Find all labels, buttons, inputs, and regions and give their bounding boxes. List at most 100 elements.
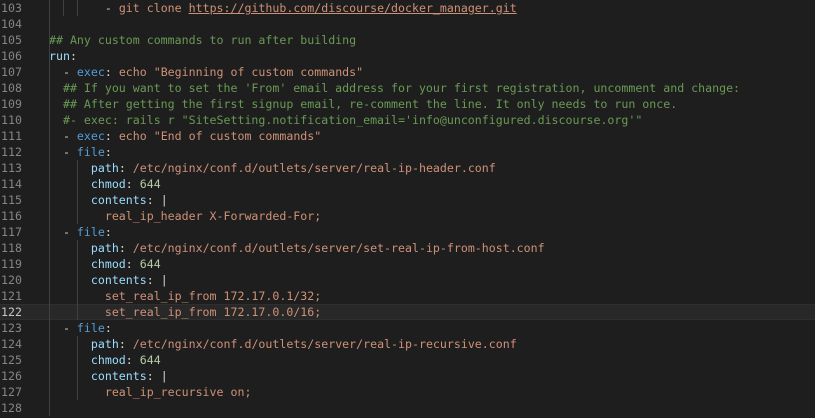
code-line[interactable]: 117 - file: bbox=[0, 224, 815, 240]
line-number: 113 bbox=[1, 161, 22, 175]
code-line[interactable]: 118 path: /etc/nginx/conf.d/outlets/serv… bbox=[0, 240, 815, 256]
line-number: 118 bbox=[1, 241, 22, 255]
line-number: 125 bbox=[1, 353, 22, 367]
code-token: real_ip_recursive on; bbox=[49, 385, 252, 399]
line-number: 112 bbox=[1, 145, 22, 159]
code-line[interactable]: 109 ## After getting the first signup em… bbox=[0, 96, 815, 112]
line-code: - exec: echo "Beginning of custom comman… bbox=[49, 64, 815, 80]
code-line[interactable]: 105 ## Any custom commands to run after b… bbox=[0, 32, 815, 48]
code-token: path bbox=[90, 337, 119, 351]
code-line[interactable]: 121 set_real_ip_from 172.17.0.1/32; bbox=[0, 288, 815, 304]
code-line[interactable]: 125 chmod: 644 bbox=[0, 352, 815, 368]
code-line[interactable]: 110 #- exec: rails r "SiteSetting.notifi… bbox=[0, 112, 815, 128]
code-token: : bbox=[125, 353, 140, 367]
code-token: path bbox=[90, 161, 119, 175]
code-token: - bbox=[49, 321, 77, 335]
code-token: : | bbox=[146, 193, 168, 207]
code-token: /etc/nginx/conf.d/outlets/server/set-rea… bbox=[132, 241, 545, 255]
code-token: : bbox=[69, 49, 77, 63]
code-token: set_real_ip_from 172.17.0.0/16; bbox=[49, 305, 322, 319]
code-line[interactable]: 106 run: bbox=[0, 48, 815, 64]
code-token: chmod bbox=[90, 353, 126, 367]
code-line[interactable]: 104 bbox=[0, 16, 815, 32]
line-number: 111 bbox=[1, 129, 22, 143]
code-line[interactable]: 124 path: /etc/nginx/conf.d/outlets/serv… bbox=[0, 336, 815, 352]
line-number: 121 bbox=[1, 289, 22, 303]
code-line[interactable]: 116 real_ip_header X-Forwarded-For; bbox=[0, 208, 815, 224]
code-token[interactable]: https://github.com/discourse/docker_mana… bbox=[189, 1, 517, 15]
code-token: - bbox=[49, 65, 77, 79]
code-token: : bbox=[104, 129, 119, 143]
line-number: 124 bbox=[1, 337, 22, 351]
code-token: ## After getting the first signup email,… bbox=[49, 97, 678, 111]
code-line[interactable]: 108 ## If you want to set the 'From' ema… bbox=[0, 80, 815, 96]
code-token: : bbox=[104, 145, 112, 159]
code-line[interactable]: 113 path: /etc/nginx/conf.d/outlets/serv… bbox=[0, 160, 815, 176]
line-number: 107 bbox=[1, 65, 22, 79]
line-number: 117 bbox=[1, 225, 22, 239]
code-token: contents bbox=[90, 369, 147, 383]
code-token: : bbox=[104, 65, 119, 79]
line-number: 122 bbox=[1, 305, 22, 319]
code-editor[interactable]: 103 - git clone https://github.com/disco… bbox=[0, 0, 815, 418]
line-number: 116 bbox=[1, 209, 22, 223]
line-code: - exec: echo "End of custom commands" bbox=[49, 128, 815, 144]
line-number: 114 bbox=[1, 177, 22, 191]
code-line[interactable]: 119 chmod: 644 bbox=[0, 256, 815, 272]
code-line[interactable]: 114 chmod: 644 bbox=[0, 176, 815, 192]
code-token: : | bbox=[146, 273, 168, 287]
line-code: contents: | bbox=[49, 272, 815, 288]
line-code: set_real_ip_from 172.17.0.1/32; bbox=[49, 288, 815, 304]
line-code: chmod: 644 bbox=[49, 176, 815, 192]
code-token: 644 bbox=[139, 177, 161, 191]
code-token: chmod bbox=[90, 257, 126, 271]
code-line[interactable]: 123 - file: bbox=[0, 320, 815, 336]
code-line[interactable]: 128 bbox=[0, 400, 815, 416]
line-number: 109 bbox=[1, 97, 22, 111]
line-code: chmod: 644 bbox=[49, 352, 815, 368]
line-code: contents: | bbox=[49, 192, 815, 208]
code-token: : bbox=[118, 337, 133, 351]
code-token: exec bbox=[76, 65, 105, 79]
code-token: run bbox=[49, 49, 70, 63]
code-token: - bbox=[49, 225, 77, 239]
code-token: /etc/nginx/conf.d/outlets/server/real-ip… bbox=[132, 337, 517, 351]
code-line[interactable]: 112 - file: bbox=[0, 144, 815, 160]
line-code: #- exec: rails r "SiteSetting.notificati… bbox=[49, 112, 815, 128]
code-line[interactable]: 111 - exec: echo "End of custom commands… bbox=[0, 128, 815, 144]
code-line[interactable]: 126 contents: | bbox=[0, 368, 815, 384]
line-code: set_real_ip_from 172.17.0.0/16; bbox=[49, 305, 815, 319]
code-token: echo "End of custom commands" bbox=[118, 129, 322, 143]
code-line[interactable]: 120 contents: | bbox=[0, 272, 815, 288]
code-token: real_ip_header X-Forwarded-For; bbox=[49, 209, 322, 223]
code-token: contents bbox=[90, 273, 147, 287]
code-line[interactable]: 115 contents: | bbox=[0, 192, 815, 208]
code-token: ## If you want to set the 'From' email a… bbox=[49, 81, 741, 95]
code-line[interactable]: 103 - git clone https://github.com/disco… bbox=[0, 0, 815, 16]
code-line[interactable]: 127 real_ip_recursive on; bbox=[0, 384, 815, 400]
code-token: contents bbox=[90, 193, 147, 207]
line-number: 119 bbox=[1, 257, 22, 271]
code-line[interactable]: 107 - exec: echo "Beginning of custom co… bbox=[0, 64, 815, 80]
code-token: #- exec: rails r "SiteSetting.notificati… bbox=[49, 113, 643, 127]
code-token: git clone bbox=[118, 1, 189, 15]
code-token: : | bbox=[146, 369, 168, 383]
line-code: - file: bbox=[49, 224, 815, 240]
line-code: real_ip_recursive on; bbox=[49, 384, 815, 400]
line-code: ## If you want to set the 'From' email a… bbox=[49, 80, 815, 96]
code-token: : bbox=[118, 241, 133, 255]
line-number: 106 bbox=[1, 49, 22, 63]
line-number: 105 bbox=[1, 33, 22, 47]
code-line[interactable]: 122 set_real_ip_from 172.17.0.0/16; bbox=[0, 304, 815, 320]
code-token: set_real_ip_from 172.17.0.1/32; bbox=[49, 289, 322, 303]
code-token: 644 bbox=[139, 257, 161, 271]
line-number: 115 bbox=[1, 193, 22, 207]
